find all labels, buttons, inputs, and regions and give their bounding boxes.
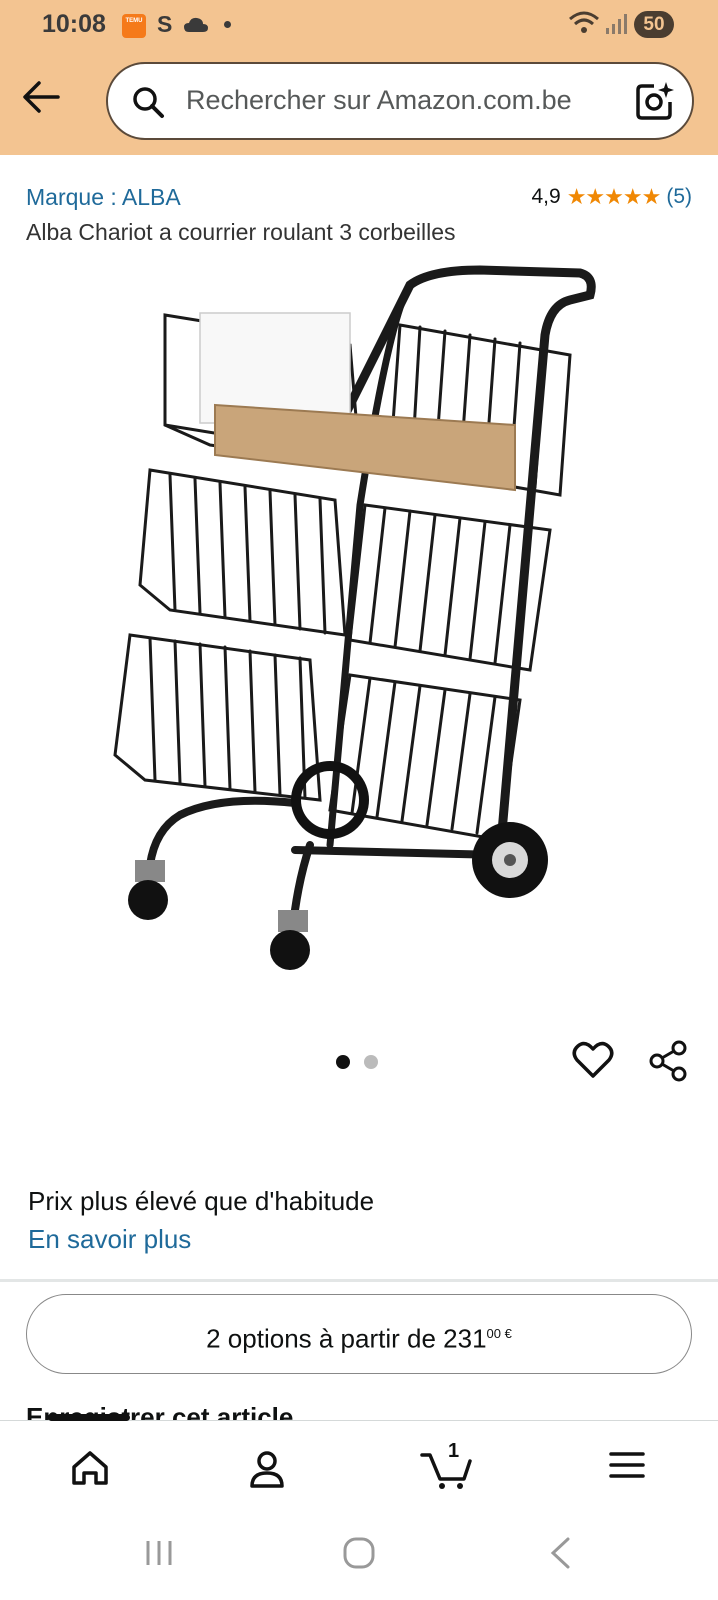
back-arrow-icon[interactable]: [22, 80, 60, 114]
rating-count[interactable]: (5): [666, 185, 692, 209]
dot-icon: [224, 21, 231, 28]
status-time: 10:08: [42, 10, 106, 38]
search-bar[interactable]: Rechercher sur Amazon.com.be: [106, 62, 694, 140]
account-icon[interactable]: [248, 1449, 286, 1489]
options-button[interactable]: 2 options à partir de 23100 €: [26, 1294, 692, 1374]
bottom-nav: [0, 1414, 718, 1519]
battery-icon: 50: [634, 11, 674, 38]
rating-value: 4,9: [531, 185, 561, 208]
camera-lens-icon[interactable]: [634, 80, 676, 122]
cloud-icon: [184, 17, 208, 32]
status-bar: 10:08 TEMU S 50: [0, 0, 718, 50]
price-note: Prix plus élevé que d'habitude: [28, 1186, 375, 1216]
search-icon: [133, 87, 164, 118]
cart-count: 1: [448, 1440, 460, 1462]
system-nav-bar: [0, 1518, 718, 1600]
search-input[interactable]: Rechercher sur Amazon.com.be: [186, 85, 572, 116]
active-tab-indicator: [48, 1414, 130, 1421]
app-header: Rechercher sur Amazon.com.be: [0, 50, 718, 155]
temu-icon: TEMU: [122, 14, 146, 38]
learn-more-link[interactable]: En savoir plus: [28, 1224, 191, 1255]
s-icon: S: [157, 11, 173, 37]
image-pagination[interactable]: [336, 1055, 378, 1069]
heart-icon[interactable]: [572, 1040, 614, 1080]
home-circle-icon[interactable]: [342, 1536, 376, 1570]
home-icon[interactable]: [70, 1449, 110, 1487]
product-image[interactable]: [100, 255, 620, 1000]
back-chevron-icon[interactable]: [548, 1536, 572, 1570]
wifi-icon: [569, 11, 599, 33]
signal-icon: [606, 14, 627, 34]
menu-icon[interactable]: [608, 1449, 646, 1481]
share-icon[interactable]: [648, 1040, 688, 1082]
options-label: 2 options à partir de 231: [206, 1323, 487, 1354]
recents-icon[interactable]: [143, 1538, 175, 1568]
cart-icon[interactable]: [420, 1449, 474, 1491]
brand-link[interactable]: Marque : ALBA: [26, 184, 181, 211]
star-rating-icon: ★★★★★: [566, 184, 662, 209]
pagination-dot[interactable]: [364, 1055, 378, 1069]
price-cents: 00 €: [486, 1326, 512, 1341]
product-title: Alba Chariot a courrier roulant 3 corbei…: [26, 219, 456, 245]
section-divider: [0, 1279, 718, 1282]
rating-summary[interactable]: 4,9 ★★★★★ (5): [532, 184, 693, 210]
pagination-dot-active[interactable]: [336, 1055, 350, 1069]
